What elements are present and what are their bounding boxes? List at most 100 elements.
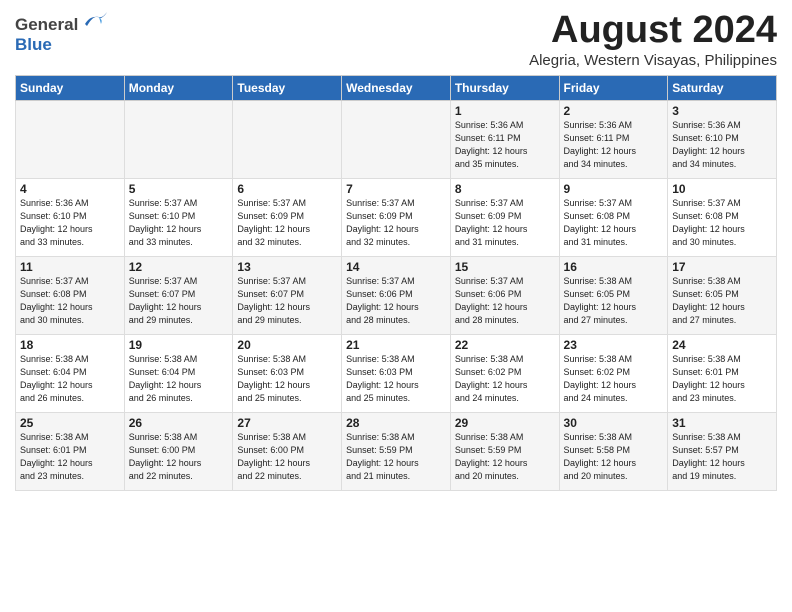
day-cell: 30Sunrise: 5:38 AM Sunset: 5:58 PM Dayli… <box>559 412 668 490</box>
col-monday: Monday <box>124 75 233 100</box>
day-number: 24 <box>672 338 772 352</box>
day-cell: 4Sunrise: 5:36 AM Sunset: 6:10 PM Daylig… <box>16 178 125 256</box>
day-cell: 9Sunrise: 5:37 AM Sunset: 6:08 PM Daylig… <box>559 178 668 256</box>
day-info: Sunrise: 5:36 AM Sunset: 6:10 PM Dayligh… <box>20 197 120 249</box>
title-location: Alegria, Western Visayas, Philippines <box>529 52 777 69</box>
day-number: 17 <box>672 260 772 274</box>
day-number: 22 <box>455 338 555 352</box>
day-info: Sunrise: 5:38 AM Sunset: 6:05 PM Dayligh… <box>672 275 772 327</box>
day-cell: 17Sunrise: 5:38 AM Sunset: 6:05 PM Dayli… <box>668 256 777 334</box>
day-cell <box>124 100 233 178</box>
day-cell: 27Sunrise: 5:38 AM Sunset: 6:00 PM Dayli… <box>233 412 342 490</box>
day-cell: 29Sunrise: 5:38 AM Sunset: 5:59 PM Dayli… <box>450 412 559 490</box>
day-number: 16 <box>564 260 664 274</box>
day-cell <box>16 100 125 178</box>
day-number: 27 <box>237 416 337 430</box>
day-cell <box>233 100 342 178</box>
day-info: Sunrise: 5:38 AM Sunset: 5:57 PM Dayligh… <box>672 431 772 483</box>
day-number: 26 <box>129 416 229 430</box>
day-number: 8 <box>455 182 555 196</box>
day-info: Sunrise: 5:37 AM Sunset: 6:08 PM Dayligh… <box>20 275 120 327</box>
day-info: Sunrise: 5:38 AM Sunset: 6:02 PM Dayligh… <box>564 353 664 405</box>
title-section: August 2024 Alegria, Western Visayas, Ph… <box>529 10 777 69</box>
day-cell: 18Sunrise: 5:38 AM Sunset: 6:04 PM Dayli… <box>16 334 125 412</box>
day-cell <box>342 100 451 178</box>
title-month: August 2024 <box>529 10 777 52</box>
day-info: Sunrise: 5:37 AM Sunset: 6:08 PM Dayligh… <box>564 197 664 249</box>
day-number: 21 <box>346 338 446 352</box>
calendar-table: Sunday Monday Tuesday Wednesday Thursday… <box>15 75 777 491</box>
day-info: Sunrise: 5:38 AM Sunset: 6:00 PM Dayligh… <box>237 431 337 483</box>
day-info: Sunrise: 5:36 AM Sunset: 6:11 PM Dayligh… <box>455 119 555 171</box>
day-info: Sunrise: 5:37 AM Sunset: 6:07 PM Dayligh… <box>129 275 229 327</box>
col-sunday: Sunday <box>16 75 125 100</box>
day-cell: 7Sunrise: 5:37 AM Sunset: 6:09 PM Daylig… <box>342 178 451 256</box>
day-number: 5 <box>129 182 229 196</box>
day-number: 6 <box>237 182 337 196</box>
week-row-1: 4Sunrise: 5:36 AM Sunset: 6:10 PM Daylig… <box>16 178 777 256</box>
day-number: 29 <box>455 416 555 430</box>
day-cell: 11Sunrise: 5:37 AM Sunset: 6:08 PM Dayli… <box>16 256 125 334</box>
day-number: 25 <box>20 416 120 430</box>
week-row-0: 1Sunrise: 5:36 AM Sunset: 6:11 PM Daylig… <box>16 100 777 178</box>
day-cell: 21Sunrise: 5:38 AM Sunset: 6:03 PM Dayli… <box>342 334 451 412</box>
day-number: 30 <box>564 416 664 430</box>
day-info: Sunrise: 5:38 AM Sunset: 6:03 PM Dayligh… <box>237 353 337 405</box>
day-cell: 12Sunrise: 5:37 AM Sunset: 6:07 PM Dayli… <box>124 256 233 334</box>
day-number: 2 <box>564 104 664 118</box>
day-cell: 28Sunrise: 5:38 AM Sunset: 5:59 PM Dayli… <box>342 412 451 490</box>
day-number: 18 <box>20 338 120 352</box>
day-info: Sunrise: 5:37 AM Sunset: 6:10 PM Dayligh… <box>129 197 229 249</box>
day-number: 23 <box>564 338 664 352</box>
day-cell: 5Sunrise: 5:37 AM Sunset: 6:10 PM Daylig… <box>124 178 233 256</box>
day-cell: 3Sunrise: 5:36 AM Sunset: 6:10 PM Daylig… <box>668 100 777 178</box>
day-cell: 22Sunrise: 5:38 AM Sunset: 6:02 PM Dayli… <box>450 334 559 412</box>
day-cell: 14Sunrise: 5:37 AM Sunset: 6:06 PM Dayli… <box>342 256 451 334</box>
logo-bird-icon <box>81 10 109 30</box>
day-cell: 16Sunrise: 5:38 AM Sunset: 6:05 PM Dayli… <box>559 256 668 334</box>
day-number: 1 <box>455 104 555 118</box>
day-info: Sunrise: 5:37 AM Sunset: 6:06 PM Dayligh… <box>346 275 446 327</box>
header-row: Sunday Monday Tuesday Wednesday Thursday… <box>16 75 777 100</box>
page: General Blue August 2024 Alegria, Wester… <box>0 0 792 501</box>
logo-blue: Blue <box>15 35 109 55</box>
day-cell: 10Sunrise: 5:37 AM Sunset: 6:08 PM Dayli… <box>668 178 777 256</box>
day-cell: 8Sunrise: 5:37 AM Sunset: 6:09 PM Daylig… <box>450 178 559 256</box>
day-info: Sunrise: 5:38 AM Sunset: 5:58 PM Dayligh… <box>564 431 664 483</box>
day-info: Sunrise: 5:37 AM Sunset: 6:08 PM Dayligh… <box>672 197 772 249</box>
day-cell: 13Sunrise: 5:37 AM Sunset: 6:07 PM Dayli… <box>233 256 342 334</box>
logo: General Blue <box>15 10 109 55</box>
day-cell: 20Sunrise: 5:38 AM Sunset: 6:03 PM Dayli… <box>233 334 342 412</box>
day-info: Sunrise: 5:37 AM Sunset: 6:07 PM Dayligh… <box>237 275 337 327</box>
day-cell: 1Sunrise: 5:36 AM Sunset: 6:11 PM Daylig… <box>450 100 559 178</box>
day-number: 28 <box>346 416 446 430</box>
col-wednesday: Wednesday <box>342 75 451 100</box>
day-info: Sunrise: 5:37 AM Sunset: 6:09 PM Dayligh… <box>237 197 337 249</box>
day-info: Sunrise: 5:38 AM Sunset: 6:04 PM Dayligh… <box>20 353 120 405</box>
day-cell: 23Sunrise: 5:38 AM Sunset: 6:02 PM Dayli… <box>559 334 668 412</box>
week-row-3: 18Sunrise: 5:38 AM Sunset: 6:04 PM Dayli… <box>16 334 777 412</box>
day-number: 3 <box>672 104 772 118</box>
col-saturday: Saturday <box>668 75 777 100</box>
day-info: Sunrise: 5:37 AM Sunset: 6:09 PM Dayligh… <box>455 197 555 249</box>
day-info: Sunrise: 5:38 AM Sunset: 6:01 PM Dayligh… <box>20 431 120 483</box>
day-cell: 26Sunrise: 5:38 AM Sunset: 6:00 PM Dayli… <box>124 412 233 490</box>
day-number: 20 <box>237 338 337 352</box>
day-cell: 15Sunrise: 5:37 AM Sunset: 6:06 PM Dayli… <box>450 256 559 334</box>
day-number: 10 <box>672 182 772 196</box>
day-info: Sunrise: 5:38 AM Sunset: 6:02 PM Dayligh… <box>455 353 555 405</box>
day-info: Sunrise: 5:37 AM Sunset: 6:09 PM Dayligh… <box>346 197 446 249</box>
week-row-2: 11Sunrise: 5:37 AM Sunset: 6:08 PM Dayli… <box>16 256 777 334</box>
header: General Blue August 2024 Alegria, Wester… <box>15 10 777 69</box>
day-cell: 19Sunrise: 5:38 AM Sunset: 6:04 PM Dayli… <box>124 334 233 412</box>
day-cell: 24Sunrise: 5:38 AM Sunset: 6:01 PM Dayli… <box>668 334 777 412</box>
day-number: 19 <box>129 338 229 352</box>
day-number: 31 <box>672 416 772 430</box>
day-info: Sunrise: 5:38 AM Sunset: 6:03 PM Dayligh… <box>346 353 446 405</box>
day-info: Sunrise: 5:38 AM Sunset: 6:04 PM Dayligh… <box>129 353 229 405</box>
day-number: 7 <box>346 182 446 196</box>
day-number: 4 <box>20 182 120 196</box>
day-info: Sunrise: 5:38 AM Sunset: 6:05 PM Dayligh… <box>564 275 664 327</box>
day-info: Sunrise: 5:37 AM Sunset: 6:06 PM Dayligh… <box>455 275 555 327</box>
col-thursday: Thursday <box>450 75 559 100</box>
